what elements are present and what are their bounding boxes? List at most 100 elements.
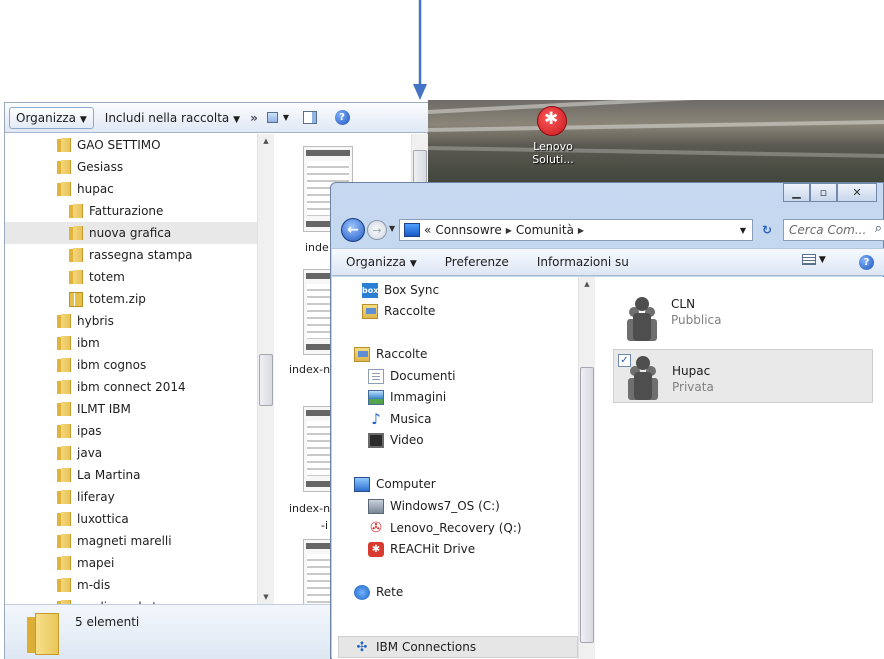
nav-item-reachit[interactable]: ✱ REACHit Drive xyxy=(368,539,475,559)
breadcrumb-connsowre[interactable]: Connsowre xyxy=(435,223,501,237)
search-icon[interactable]: ⌕ xyxy=(875,221,882,236)
left-toolbar: Organizza ▼ Includi nella raccolta ▼ » ▼… xyxy=(5,103,429,133)
address-bar[interactable]: « Connsowre ▶ Comunità ▶ ▼ xyxy=(399,219,753,241)
file-name: index-n xyxy=(289,502,331,515)
tree-item[interactable]: mapei xyxy=(5,552,259,574)
organize-menu[interactable]: Organizza ▼ xyxy=(332,255,431,269)
tree-item[interactable]: ipas xyxy=(5,420,259,442)
desktop-icon-label[interactable]: Lenovo Soluti... xyxy=(528,140,578,166)
change-view-button[interactable]: ▼ xyxy=(267,109,289,127)
command-bar: Organizza ▼ Preferenze Informazioni su ▼… xyxy=(332,248,884,276)
info-button[interactable]: Informazioni su xyxy=(523,255,643,269)
nav-item-raccolte[interactable]: Raccolte xyxy=(354,344,427,364)
folder-icon xyxy=(57,578,71,592)
scroll-thumb[interactable] xyxy=(259,354,273,406)
close-button[interactable]: ✕ xyxy=(837,183,877,202)
tree-item[interactable]: magneti marelli xyxy=(5,530,259,552)
window-controls: ▁ ▫ ✕ xyxy=(783,183,877,202)
help-button[interactable]: ? xyxy=(331,109,353,127)
tree-item[interactable]: totem.zip xyxy=(5,288,259,310)
folder-icon xyxy=(57,424,71,438)
folder-tree: GAO SETTIMO Gesiass hupac Fatturazione nuova… xyxy=(5,134,259,604)
tree-item[interactable]: ibm cognos xyxy=(5,354,259,376)
tree-item[interactable]: liferay xyxy=(5,486,259,508)
tree-item-label: hybris xyxy=(77,314,114,328)
folder-icon xyxy=(57,490,71,504)
nav-item-drive-q[interactable]: ✇ Lenovo_Recovery (Q:) xyxy=(368,518,521,538)
nav-item-ibm-connections[interactable]: ✣ IBM Connections xyxy=(354,637,477,657)
nav-item-raccolte-favorite[interactable]: Raccolte xyxy=(362,301,435,321)
minimize-button[interactable]: ▁ xyxy=(783,183,810,202)
chevron-down-icon: ▼ xyxy=(79,114,87,125)
nav-item-box-sync[interactable]: box Box Sync xyxy=(362,280,439,300)
tree-item[interactable]: Gesiass xyxy=(5,156,259,178)
tree-item[interactable]: nuova grafica xyxy=(5,222,259,244)
tree-item[interactable]: rassegna stampa xyxy=(5,244,259,266)
tree-item[interactable]: hybris xyxy=(5,310,259,332)
tree-scrollbar[interactable]: ▲ ▼ xyxy=(257,134,274,604)
folder-icon xyxy=(57,534,71,548)
folder-icon xyxy=(57,556,71,570)
tree-item[interactable]: hupac xyxy=(5,178,259,200)
lenovo-solutions-icon[interactable] xyxy=(537,106,567,136)
tree-item-label: La Martina xyxy=(77,468,141,482)
folder-icon xyxy=(57,358,71,372)
tree-item[interactable]: Fatturazione xyxy=(5,200,259,222)
preview-pane-icon xyxy=(303,111,318,124)
tree-item[interactable]: ibm xyxy=(5,332,259,354)
tree-item-label: liferay xyxy=(77,490,115,504)
folder-icon xyxy=(69,270,83,284)
nav-item-documenti[interactable]: Documenti xyxy=(368,366,456,386)
right-explorer-window: ▁ ▫ ✕ ← → ▼ « Connsowre ▶ Comunità ▶ ▼ ↻… xyxy=(330,182,884,659)
recent-pages-dropdown[interactable]: ▼ xyxy=(389,224,395,233)
breadcrumb-separator-icon[interactable]: ▶ xyxy=(578,226,584,235)
tree-item[interactable]: luxottica xyxy=(5,508,259,530)
maximize-button[interactable]: ▫ xyxy=(810,183,837,202)
tree-item[interactable]: ILMT IBM xyxy=(5,398,259,420)
tree-item[interactable]: mediamarket xyxy=(5,596,259,604)
nav-label: Box Sync xyxy=(384,283,440,297)
tree-item[interactable]: ibm connect 2014 xyxy=(5,376,259,398)
help-icon[interactable]: ? xyxy=(859,255,874,270)
refresh-button[interactable]: ↻ xyxy=(755,219,779,241)
nav-item-immagini[interactable]: Immagini xyxy=(368,387,446,407)
folder-icon xyxy=(57,380,71,394)
navigation-bar: ← → ▼ « Connsowre ▶ Comunità ▶ ▼ ↻ Cerca… xyxy=(331,216,884,244)
breadcrumb-separator-icon[interactable]: ▶ xyxy=(506,226,512,235)
nav-pane-scrollbar[interactable]: ▲ xyxy=(578,277,595,659)
folder-icon xyxy=(57,138,71,152)
more-commands-button[interactable]: » xyxy=(247,111,261,125)
tree-item[interactable]: La Martina xyxy=(5,464,259,486)
tree-item[interactable]: GAO SETTIMO xyxy=(5,134,259,156)
tree-item[interactable]: totem xyxy=(5,266,259,288)
folder-icon xyxy=(57,446,71,460)
nav-item-musica[interactable]: ♪ Musica xyxy=(368,409,431,429)
organize-button[interactable]: Organizza ▼ xyxy=(9,106,94,129)
community-item[interactable]: ✓ Hupac Privata xyxy=(613,349,873,403)
tree-item[interactable]: java xyxy=(5,442,259,464)
tree-item-label: ibm cognos xyxy=(77,358,147,372)
view-options-button[interactable]: ▼ xyxy=(802,254,838,270)
include-in-library-button[interactable]: Includi nella raccolta ▼ xyxy=(98,107,247,129)
community-item[interactable]: CLN Pubblica xyxy=(613,291,873,345)
folder-icon xyxy=(69,204,83,218)
back-button[interactable]: ← xyxy=(341,218,365,242)
address-overflow[interactable]: « xyxy=(424,223,431,237)
scroll-up-arrow[interactable]: ▲ xyxy=(258,134,274,148)
tree-item[interactable]: m-dis xyxy=(5,574,259,596)
nav-item-video[interactable]: Video xyxy=(368,430,424,450)
scroll-thumb[interactable] xyxy=(580,367,594,643)
pictures-icon xyxy=(368,389,384,405)
nav-item-rete[interactable]: Rete xyxy=(354,582,403,602)
breadcrumb-comunita[interactable]: Comunità xyxy=(516,223,574,237)
nav-item-drive-c[interactable]: Windows7_OS (C:) xyxy=(368,496,500,516)
preview-pane-button[interactable] xyxy=(299,109,321,127)
nav-item-computer[interactable]: Computer xyxy=(354,474,436,494)
preferences-button[interactable]: Preferenze xyxy=(431,255,523,269)
search-input[interactable]: Cerca Com... ⌕ xyxy=(783,219,884,241)
forward-button[interactable]: → xyxy=(367,220,387,240)
address-dropdown-icon[interactable]: ▼ xyxy=(740,226,746,235)
scroll-up-arrow[interactable]: ▲ xyxy=(579,277,595,291)
scroll-down-arrow[interactable]: ▼ xyxy=(258,590,274,604)
tree-item-label: totem.zip xyxy=(89,292,146,306)
